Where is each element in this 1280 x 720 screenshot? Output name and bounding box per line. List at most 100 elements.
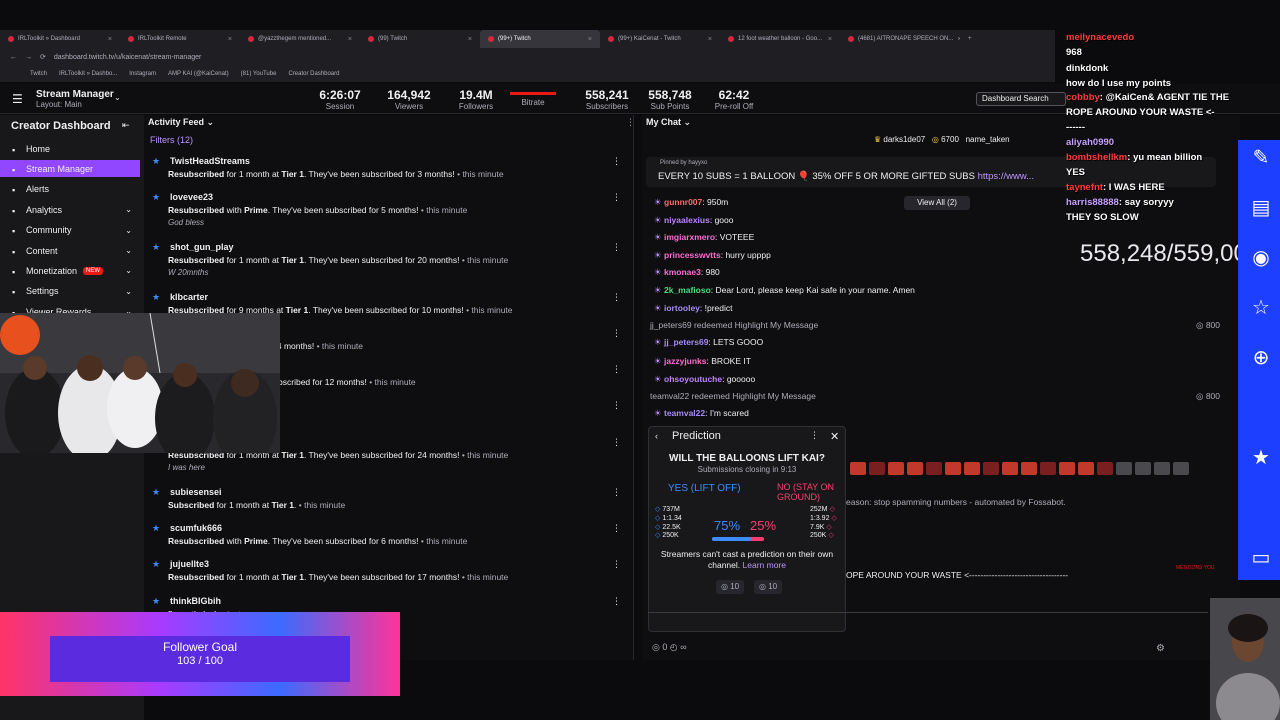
browser-tab[interactable]: 12 foot weather balloon - Goo... × (720, 30, 840, 48)
reload-icon[interactable]: ⟳ (40, 53, 46, 61)
chevron-down-icon[interactable]: ⌄ (125, 205, 132, 214)
close-icon[interactable]: × (708, 36, 712, 43)
add-user-icon[interactable]: ⊕ (1249, 346, 1273, 370)
sidebar-item-stream-manager[interactable]: ▪ Stream Manager (0, 160, 140, 178)
points-icon[interactable]: ◎ (652, 642, 660, 652)
browser-tab[interactable]: (99) Twitch × (360, 30, 480, 48)
layout-label[interactable]: Layout: Main (36, 100, 82, 109)
browser-tab[interactable]: (99+) Twitch × (480, 30, 600, 48)
browser-tab[interactable]: IRLToolkit » Dashboard × (0, 30, 120, 48)
kebab-icon[interactable]: ⋮ (612, 156, 621, 167)
kebab-icon[interactable]: ⋮ (612, 523, 621, 534)
pinned-link[interactable]: https://www... (978, 171, 1035, 182)
sidebar-item-community[interactable]: ▪ Community ⌄ (0, 222, 140, 239)
feed-item[interactable]: ★ TwistHeadStreams Resubscribed for 1 mont… (152, 156, 622, 190)
kebab-icon[interactable]: ⋮ (612, 292, 621, 303)
kebab-icon[interactable]: ⋮ (626, 117, 635, 128)
bookmark-item[interactable]: Creator Dashboard (288, 71, 339, 77)
back-icon[interactable]: ‹ (655, 431, 658, 441)
feed-username[interactable]: thinkBIGbih (170, 596, 221, 606)
kebab-icon[interactable]: ⋮ (612, 559, 621, 570)
bookmark-item[interactable]: AMP KAI (@KaiCenat) (168, 71, 229, 77)
new-tab-icon[interactable]: + (960, 30, 980, 48)
view-all-button[interactable]: View All (2) (904, 196, 970, 210)
chat-input[interactable] (648, 612, 1208, 632)
stat-pre-roll-off[interactable]: 62:42 Pre-roll Off (694, 88, 774, 111)
kebab-icon[interactable]: ⋮ (612, 242, 621, 253)
kebab-icon[interactable]: ⋮ (612, 487, 621, 498)
edit-icon[interactable]: ✎ (1249, 146, 1273, 170)
chevron-down-icon[interactable]: ⌄ (207, 117, 215, 127)
close-icon[interactable]: × (588, 36, 592, 43)
chevron-down-icon[interactable]: ⌄ (125, 246, 132, 255)
settings-icon[interactable]: ⚙ (1156, 643, 1165, 654)
kebab-icon[interactable]: ⋮ (612, 192, 621, 203)
collapse-icon[interactable]: ⇤ (122, 120, 130, 131)
feed-item[interactable]: ★ shot_gun_play Resubscribed for 1 month a… (152, 242, 622, 277)
feed-username[interactable]: TwistHeadStreams (170, 156, 250, 166)
kebab-icon[interactable]: ⋮ (810, 430, 819, 441)
ad-icon[interactable]: ▭ (1249, 546, 1273, 570)
chat-title[interactable]: My Chat ⌄ (646, 117, 691, 128)
feed-item[interactable]: ★ scumfuk666 Resubscribed with Prime. They… (152, 523, 622, 557)
predict-points-button-b[interactable]: ◎ 10 (754, 580, 783, 594)
feed-username[interactable]: klbcarter (170, 292, 208, 302)
kebab-icon[interactable]: ⋮ (612, 437, 621, 448)
chevron-down-icon[interactable]: ⌄ (125, 226, 132, 235)
close-icon[interactable]: × (348, 36, 352, 43)
kebab-icon[interactable]: ⋮ (612, 596, 621, 607)
prediction-option-yes[interactable]: YES (LIFT OFF) (668, 483, 741, 494)
prediction-option-no[interactable]: NO (STAY ON GROUND) (777, 482, 843, 502)
feed-username[interactable]: subiesensei (170, 487, 222, 497)
sidebar-item-home[interactable]: ▪ Home (0, 140, 140, 157)
feed-item[interactable]: ★ lovevee23 Resubscribed with Prime. They'… (152, 192, 622, 227)
sidebar-item-monetization[interactable]: ▪ Monetization NEW ⌄ (0, 262, 140, 279)
clapper-icon[interactable]: ▤ (1249, 196, 1273, 220)
close-icon[interactable]: × (828, 36, 832, 43)
sidebar-item-content[interactable]: ▪ Content ⌄ (0, 242, 140, 259)
close-icon[interactable]: × (468, 36, 472, 43)
browser-tab[interactable]: IRLToolkit Remote × (120, 30, 240, 48)
browser-tab[interactable]: (4681) AITRONAPE SPEECH ON... × (840, 30, 960, 48)
stat-session[interactable]: 6:26:07 Session (300, 88, 380, 111)
close-icon[interactable]: × (228, 36, 232, 43)
activity-feed-title[interactable]: Activity Feed ⌄ (148, 117, 214, 128)
feed-username[interactable]: shot_gun_play (170, 242, 234, 252)
chevron-down-icon[interactable]: ⌄ (684, 117, 692, 127)
menu-icon[interactable]: ☰ (12, 92, 23, 106)
bookmark-item[interactable]: Instagram (129, 71, 156, 77)
speaker-icon[interactable]: ◉ (1249, 246, 1273, 270)
close-icon[interactable]: ✕ (830, 430, 839, 443)
chevron-down-icon[interactable]: ⌄ (114, 93, 121, 102)
feed-item[interactable]: ★ subiesensei Subscribed for 1 month at Ti… (152, 487, 622, 521)
browser-tab[interactable]: (99+) KaiCenat - Twitch × (600, 30, 720, 48)
sidebar-item-analytics[interactable]: ▪ Analytics ⌄ (0, 201, 140, 218)
forward-icon[interactable]: → (25, 54, 32, 61)
filters-link[interactable]: Filters (12) (150, 135, 193, 145)
feed-username[interactable]: lovevee23 (170, 192, 213, 202)
feed-item[interactable]: ★ jujuellte3 Resubscribed for 1 month at T… (152, 559, 622, 593)
predict-points-button-a[interactable]: ◎ 10 (716, 580, 745, 594)
browser-tab[interactable]: @yazzthegem mentioned... × (240, 30, 360, 48)
feed-username[interactable]: scumfuk666 (170, 523, 222, 533)
learn-more-link[interactable]: Learn more (743, 560, 786, 570)
dashboard-search-input[interactable]: Dashboard Search (976, 92, 1066, 106)
bookmark-item[interactable]: IRLToolkit » Dashbo... (59, 71, 117, 77)
bookmark-item[interactable]: (81) YouTube (241, 71, 277, 77)
kebab-icon[interactable]: ⋮ (612, 328, 621, 339)
chevron-down-icon[interactable]: ⌄ (125, 287, 132, 296)
chevron-down-icon[interactable]: ⌄ (125, 266, 132, 275)
address-bar[interactable]: ← → ⟳ dashboard.twitch.tv/u/kaicenat/str… (0, 50, 1055, 64)
close-icon[interactable]: × (108, 36, 112, 43)
url-text[interactable]: dashboard.twitch.tv/u/kaicenat/stream-ma… (54, 54, 201, 61)
kebab-icon[interactable]: ⋮ (612, 400, 621, 411)
stat-bitrate[interactable]: Bitrate (493, 88, 573, 107)
bookmark-item[interactable]: Twitch (30, 71, 47, 77)
kebab-icon[interactable]: ⋮ (612, 364, 621, 375)
sidebar-item-settings[interactable]: ▪ Settings ⌄ (0, 283, 140, 300)
star-icon[interactable]: ☆ (1249, 296, 1273, 320)
star-filled-icon[interactable]: ★ (1249, 446, 1273, 470)
back-icon[interactable]: ← (10, 54, 17, 61)
feed-username[interactable]: jujuellte3 (170, 559, 209, 569)
sidebar-item-alerts[interactable]: ▪ Alerts (0, 181, 140, 198)
